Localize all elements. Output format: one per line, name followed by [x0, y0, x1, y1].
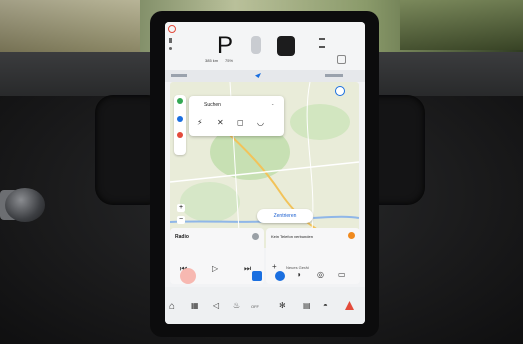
driver-icon — [251, 36, 261, 54]
infotainment-screen: P 385 km 75% Suchen ⌄ ⚡ ✕ ◻ ◡ + − Zentri… — [165, 22, 365, 324]
clock-readout — [325, 74, 343, 77]
notification-icon[interactable] — [337, 55, 346, 64]
zoom-in-button[interactable]: + — [177, 204, 185, 212]
bottom-bar: ⌂ ▦ ◁ ♨ OFF ✻ ▤ ◓ — [165, 287, 365, 324]
profile-icon[interactable] — [168, 25, 176, 33]
seat-heat-icon[interactable]: ♨ — [233, 301, 240, 310]
temp-indicator — [319, 38, 325, 40]
fan-icon[interactable]: ✻ — [279, 301, 286, 310]
car-top-view-icon — [277, 36, 295, 56]
volume-knob[interactable] — [5, 188, 45, 222]
hazard-icon[interactable] — [345, 301, 354, 310]
recenter-button[interactable]: Zentrieren — [257, 209, 313, 223]
map-side-rail — [174, 95, 186, 155]
camera-view-icon[interactable]: ◎ — [317, 270, 324, 279]
map-pin-icon[interactable] — [177, 98, 183, 104]
speed-chip — [171, 74, 187, 77]
nav-arrow-icon — [255, 73, 261, 78]
parking-assist-icon[interactable]: ◑ — [296, 270, 301, 279]
camera-icon[interactable] — [252, 271, 262, 281]
volume-icon[interactable]: ◁ — [213, 301, 219, 310]
compass-icon[interactable] — [335, 86, 345, 96]
gear-indicator: P — [217, 32, 234, 59]
phone-icon — [348, 232, 355, 239]
search-panel: Suchen ⌄ ⚡ ✕ ◻ ◡ — [189, 96, 284, 136]
car-settings-icon[interactable]: ▭ — [338, 270, 346, 279]
microphone-icon[interactable] — [275, 271, 285, 281]
search-input[interactable]: Suchen — [204, 102, 221, 108]
chevron-down-icon[interactable]: ⌄ — [271, 101, 274, 106]
range-readout: 385 km — [205, 58, 219, 63]
quick-actions: ◑ ◎ ▭ — [170, 268, 360, 288]
sound-icon[interactable] — [177, 132, 183, 138]
radio-source-icon[interactable] — [252, 233, 259, 240]
trees — [400, 0, 523, 50]
defrost-icon[interactable]: ▤ — [303, 301, 311, 310]
zoom-out-button[interactable]: − — [177, 216, 185, 224]
status-area: P 385 km 75% — [165, 22, 365, 70]
shopping-icon[interactable]: ◻ — [237, 118, 244, 127]
map-top-bar — [165, 70, 365, 82]
phone-status: Kein Telefon verbunden — [271, 234, 313, 239]
home-icon[interactable]: ⌂ — [169, 301, 175, 312]
battery-readout: 75% — [225, 58, 234, 63]
fan-status[interactable]: OFF — [251, 304, 259, 309]
radio-title: Radio — [175, 234, 189, 240]
cafe-icon[interactable]: ◡ — [257, 118, 264, 127]
mic-icon[interactable] — [177, 116, 183, 122]
light-icon — [169, 47, 172, 50]
building — [0, 0, 140, 55]
charging-icon[interactable]: ⚡ — [197, 118, 203, 127]
seat-icon — [169, 38, 172, 43]
voice-assistant-button[interactable] — [180, 268, 196, 284]
wifi-indicator — [319, 46, 325, 48]
car-icon[interactable]: ◓ — [323, 301, 328, 310]
apps-icon[interactable]: ▦ — [191, 301, 199, 310]
restaurant-icon[interactable]: ✕ — [217, 118, 224, 127]
